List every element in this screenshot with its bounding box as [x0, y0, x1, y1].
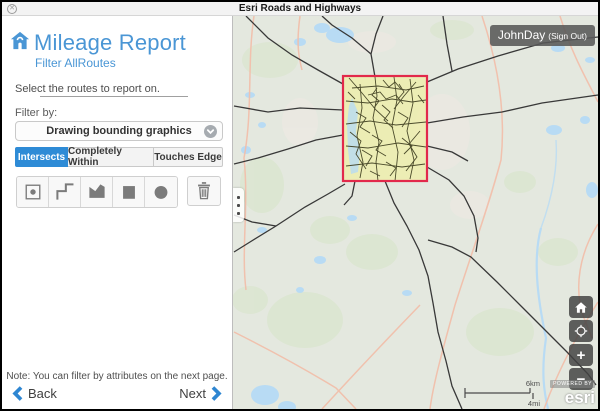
filter-allroutes-link[interactable]: Filter AllRoutes	[35, 56, 116, 70]
filter-mode-dropdown[interactable]: Drawing bounding graphics	[15, 121, 223, 141]
filter-by-label: Filter by:	[15, 107, 57, 119]
tab-touches-edge[interactable]: Touches Edge	[154, 147, 223, 167]
instruction-text: Select the routes to report on.	[15, 83, 160, 95]
map-canvas[interactable]: 6km 4mi	[233, 16, 598, 409]
circle-icon	[150, 181, 172, 203]
chevron-down-icon	[204, 125, 217, 138]
rectangle-icon	[118, 181, 140, 203]
polyline-icon	[54, 181, 76, 203]
route-input-underline	[40, 96, 188, 97]
powered-by-label: POWERED BY	[550, 380, 595, 388]
app-window: ✕ Esri Roads and Highways Mileage Report…	[0, 0, 600, 411]
spatial-filter-tabs: Intersects Completely Within Touches Edg…	[15, 147, 223, 167]
tab-completely-within[interactable]: Completely Within	[68, 147, 154, 167]
scale-km-label: 6km	[526, 379, 540, 388]
home-icon	[10, 31, 30, 55]
back-button[interactable]: Back	[10, 385, 57, 402]
page-title: Mileage Report	[34, 30, 186, 56]
chevron-left-icon	[10, 385, 23, 402]
clear-graphics-button[interactable]	[187, 176, 221, 206]
zoom-in-button[interactable]: +	[569, 344, 593, 366]
point-icon	[22, 181, 44, 203]
polygon-icon	[86, 181, 108, 203]
scale-mi-label: 4mi	[528, 399, 540, 408]
window-title: Esri Roads and Highways	[2, 2, 598, 16]
map-home-button[interactable]	[569, 296, 593, 318]
user-name: JohnDay	[498, 28, 545, 42]
esri-logo: POWERED BY esri	[550, 372, 595, 408]
mileage-report-panel: Mileage Report Filter AllRoutes Select t…	[2, 16, 233, 409]
tab-intersects[interactable]: Intersects	[15, 147, 68, 167]
draw-circle-button[interactable]	[145, 177, 177, 207]
draw-toolbar	[16, 176, 221, 208]
sign-out-label: (Sign Out)	[548, 31, 587, 41]
note-text: Note: You can filter by attributes on th…	[2, 371, 232, 382]
locate-button[interactable]	[569, 320, 593, 342]
back-label: Back	[28, 386, 57, 401]
trash-icon	[193, 180, 215, 202]
chevron-right-icon	[211, 385, 224, 402]
draw-rectangle-button[interactable]	[113, 177, 145, 207]
title-bar: ✕ Esri Roads and Highways	[2, 2, 598, 16]
panel-collapse-handle[interactable]	[233, 188, 244, 222]
esri-wordmark: esri	[565, 388, 595, 407]
filter-mode-value: Drawing bounding graphics	[46, 125, 191, 137]
draw-polygon-button[interactable]	[81, 177, 113, 207]
sign-out-button[interactable]: JohnDay (Sign Out)	[490, 25, 595, 46]
home-map-icon	[574, 301, 588, 314]
next-button[interactable]: Next	[179, 385, 224, 402]
draw-point-button[interactable]	[17, 177, 49, 207]
map-container: 6km 4mi JohnDay (Sign Out) + − POWERED B…	[233, 16, 598, 409]
draw-polyline-button[interactable]	[49, 177, 81, 207]
next-label: Next	[179, 386, 206, 401]
locate-icon	[573, 323, 589, 339]
